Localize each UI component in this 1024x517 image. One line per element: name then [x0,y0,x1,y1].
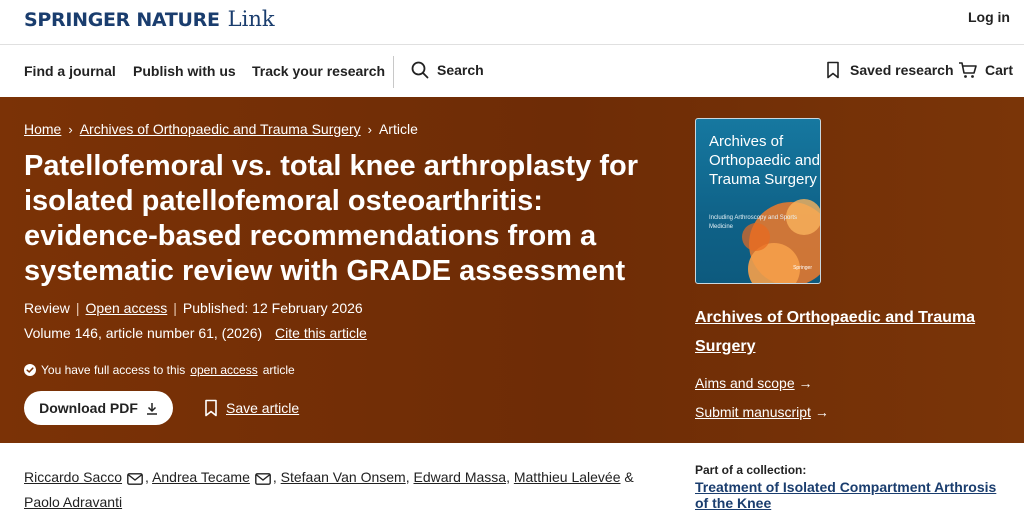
cover-title: Archives of Orthopaedic and Trauma Surge… [709,133,820,188]
author-link[interactable]: Paolo Adravanti [24,494,122,510]
volume-info: Volume 146, article number 61, (2026) [24,325,263,341]
breadcrumb-home[interactable]: Home [24,121,61,137]
breadcrumb-current: Article [378,121,418,137]
login-link[interactable]: Log in [968,9,1010,25]
cart-icon [959,62,977,78]
breadcrumb: Home › Archives of Orthopaedic and Traum… [24,121,418,137]
submit-manuscript-label: Submit manuscript [695,404,811,420]
article-citation: Volume 146, article number 61, (2026) Ci… [24,325,367,341]
article-type: Review [24,300,70,316]
open-access-link[interactable]: Open access [86,300,168,316]
nav-publish[interactable]: Publish with us [133,63,236,79]
download-pdf-button[interactable]: Download PDF [24,391,173,425]
submit-manuscript-link[interactable]: Submit manuscript → [695,404,829,420]
journal-cover[interactable]: Archives of Orthopaedic and Trauma Surge… [695,118,821,284]
download-pdf-label: Download PDF [39,400,138,416]
nav-find-journal[interactable]: Find a journal [24,63,116,79]
saved-research-link[interactable]: Saved research [826,61,954,79]
access-note-link[interactable]: open access [190,363,257,377]
aims-scope-label: Aims and scope [695,375,795,391]
save-article-button[interactable]: Save article [204,399,299,417]
search-button[interactable]: Search [411,61,484,79]
arrow-right-icon: → [814,404,829,420]
bookmark-icon [827,61,839,79]
arrow-right-icon: → [798,375,813,391]
bookmark-icon [205,399,217,417]
mail-icon[interactable] [254,473,271,485]
collection-box: Part of a collection: Treatment of Isola… [695,463,1005,511]
author-link[interactable]: Stefaan Van Onsem [281,469,406,485]
aims-scope-link[interactable]: Aims and scope → [695,375,813,391]
collection-label: Part of a collection: [695,463,807,477]
access-note-suffix: article [262,363,295,377]
article-meta: Review | Open access | Published: 12 Februar… [24,300,363,316]
logo-suffix: Link [227,7,275,31]
chevron-right-icon: › [68,121,73,137]
cart-label: Cart [985,62,1014,78]
top-bar: SPRINGER NATURE Link Log in [0,0,1024,45]
search-label: Search [437,62,484,78]
article-title: Patellofemoral vs. total knee arthroplas… [24,150,639,287]
journal-name-link[interactable]: Archives of Orthopaedic and Trauma Surge… [695,303,995,361]
saved-research-label: Saved research [850,62,954,78]
cover-subtitle: Including Arthroscopy and Sports Medicin… [709,215,798,230]
access-note: You have full access to this open access… [24,363,295,377]
cover-publisher: Springer [793,265,812,271]
nav-track-research[interactable]: Track your research [252,63,385,79]
save-article-label: Save article [226,400,300,416]
springer-nature-link-logo[interactable]: SPRINGER NATURE Link [24,7,275,31]
check-circle-icon [24,364,36,376]
cite-article-link[interactable]: Cite this article [275,325,367,341]
author-link[interactable]: Matthieu Lalevée [514,469,621,485]
chevron-right-icon: › [367,121,372,137]
download-icon [146,402,157,415]
logo-brand: SPRINGER NATURE [24,9,220,31]
mail-icon[interactable] [127,473,143,485]
breadcrumb-journal[interactable]: Archives of Orthopaedic and Trauma Surge… [80,121,361,137]
main-nav: Find a journal Publish with us Track you… [0,46,1024,97]
search-icon [411,61,429,79]
author-link[interactable]: Edward Massa [413,469,506,485]
article-hero: Home › Archives of Orthopaedic and Traum… [0,97,1024,443]
collection-link[interactable]: Treatment of Isolated Compartment Arthro… [695,479,1005,511]
access-note-text: You have full access to this [41,363,186,377]
author-list: Riccardo Sacco, Andrea Tecame, Stefaan V… [24,469,634,510]
published-date: Published: 12 February 2026 [182,300,363,316]
author-link[interactable]: Andrea Tecame [152,469,250,485]
author-link[interactable]: Riccardo Sacco [24,469,122,485]
nav-divider [393,56,394,88]
cart-link[interactable]: Cart [958,61,1013,79]
